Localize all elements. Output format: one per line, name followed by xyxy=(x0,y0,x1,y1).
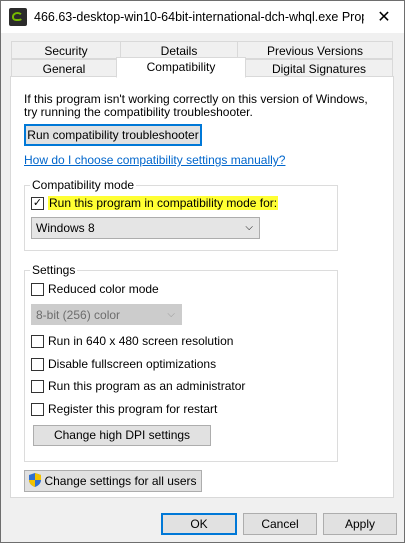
compatibility-panel: If this program isn't working correctly … xyxy=(10,76,394,498)
help-link[interactable]: How do I choose compatibility settings m… xyxy=(24,153,285,167)
tab-previous-versions[interactable]: Previous Versions xyxy=(237,41,393,59)
cancel-button[interactable]: Cancel xyxy=(243,513,317,535)
compat-mode-checkbox-label[interactable]: Run this program in compatibility mode f… xyxy=(48,196,279,210)
resolution-640-label[interactable]: Run in 640 x 480 screen resolution xyxy=(48,334,233,348)
reduced-color-label[interactable]: Reduced color mode xyxy=(48,282,159,296)
disable-fullscreen-checkbox[interactable] xyxy=(31,357,44,371)
tab-digital-signatures[interactable]: Digital Signatures xyxy=(245,59,393,77)
compat-mode-checkbox[interactable]: ✓ xyxy=(31,196,44,210)
tab-security[interactable]: Security xyxy=(11,41,121,59)
color-depth-select: 8-bit (256) color ⌵ xyxy=(31,304,182,325)
option-row[interactable]: Disable fullscreen optimizations xyxy=(31,356,216,372)
run-as-admin-checkbox[interactable] xyxy=(31,379,44,393)
nvidia-app-icon xyxy=(9,8,27,26)
disable-fullscreen-label[interactable]: Disable fullscreen optimizations xyxy=(48,357,216,371)
properties-dialog: 466.63-desktop-win10-64bit-international… xyxy=(0,0,405,543)
tab-compatibility[interactable]: Compatibility xyxy=(116,57,246,78)
close-button[interactable]: ✕ xyxy=(364,1,404,33)
option-row[interactable]: Run this program as an administrator xyxy=(31,378,245,394)
reduced-color-row[interactable]: Reduced color mode xyxy=(31,281,159,297)
checkmark-icon: ✓ xyxy=(32,196,43,209)
color-depth-selected: 8-bit (256) color xyxy=(36,307,121,322)
ok-button[interactable]: OK xyxy=(161,513,237,535)
close-icon: ✕ xyxy=(377,9,391,26)
option-row[interactable]: Run in 640 x 480 screen resolution xyxy=(31,333,233,349)
apply-button[interactable]: Apply xyxy=(323,513,397,535)
option-row[interactable]: Register this program for restart xyxy=(31,401,217,417)
change-all-users-label: Change settings for all users xyxy=(44,474,197,488)
run-troubleshooter-button[interactable]: Run compatibility troubleshooter xyxy=(24,124,202,146)
chevron-down-icon: ⌵ xyxy=(245,221,253,233)
title-bar[interactable]: 466.63-desktop-win10-64bit-international… xyxy=(1,1,404,33)
os-version-select[interactable]: Windows 8 ⌵ xyxy=(31,217,260,239)
register-restart-checkbox[interactable] xyxy=(31,402,44,416)
uac-shield-icon xyxy=(29,473,42,487)
chevron-down-icon: ⌵ xyxy=(167,308,175,320)
change-all-users-button[interactable]: Change settings for all users xyxy=(24,470,202,492)
tab-general[interactable]: General xyxy=(11,59,117,77)
compatibility-mode-label: Compatibility mode xyxy=(30,178,137,192)
change-dpi-button[interactable]: Change high DPI settings xyxy=(33,425,211,446)
reduced-color-checkbox[interactable] xyxy=(31,282,44,296)
compat-mode-checkbox-row[interactable]: ✓ Run this program in compatibility mode… xyxy=(31,195,279,211)
intro-text: If this program isn't working correctly … xyxy=(24,93,384,119)
os-version-selected: Windows 8 xyxy=(36,221,95,235)
register-restart-label[interactable]: Register this program for restart xyxy=(48,402,217,416)
intro-line-2: try running the compatibility troublesho… xyxy=(24,105,253,119)
settings-label: Settings xyxy=(30,263,78,277)
window-title: 466.63-desktop-win10-64bit-international… xyxy=(34,10,364,24)
run-as-admin-label[interactable]: Run this program as an administrator xyxy=(48,379,245,393)
resolution-640-checkbox[interactable] xyxy=(31,334,44,348)
